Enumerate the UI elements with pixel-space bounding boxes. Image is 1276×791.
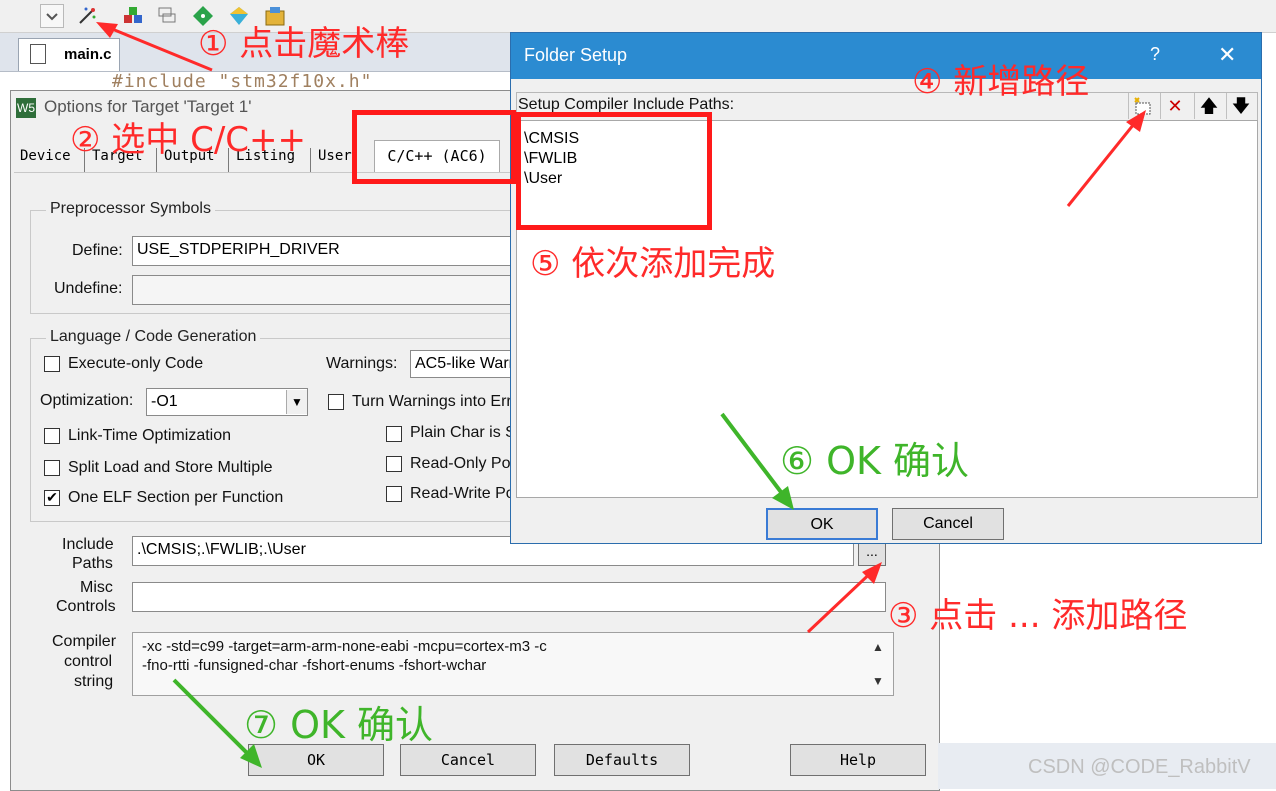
annotation-step2: ② 选中 C/C++: [70, 120, 307, 160]
watermark: CSDN @CODE_RabbitV: [1028, 756, 1251, 778]
annotation-step3: ③ 点击 ... 添加路径: [888, 596, 1188, 636]
annotation-step1: ① 点击魔术棒: [198, 24, 410, 64]
annotation-step5: ⑤ 依次添加完成: [530, 244, 776, 284]
annotation-step4: ④ 新增路径: [912, 62, 1090, 102]
annotation-step7: ⑦ OK 确认: [244, 703, 434, 747]
annotation-step6: ⑥ OK 确认: [780, 439, 970, 483]
